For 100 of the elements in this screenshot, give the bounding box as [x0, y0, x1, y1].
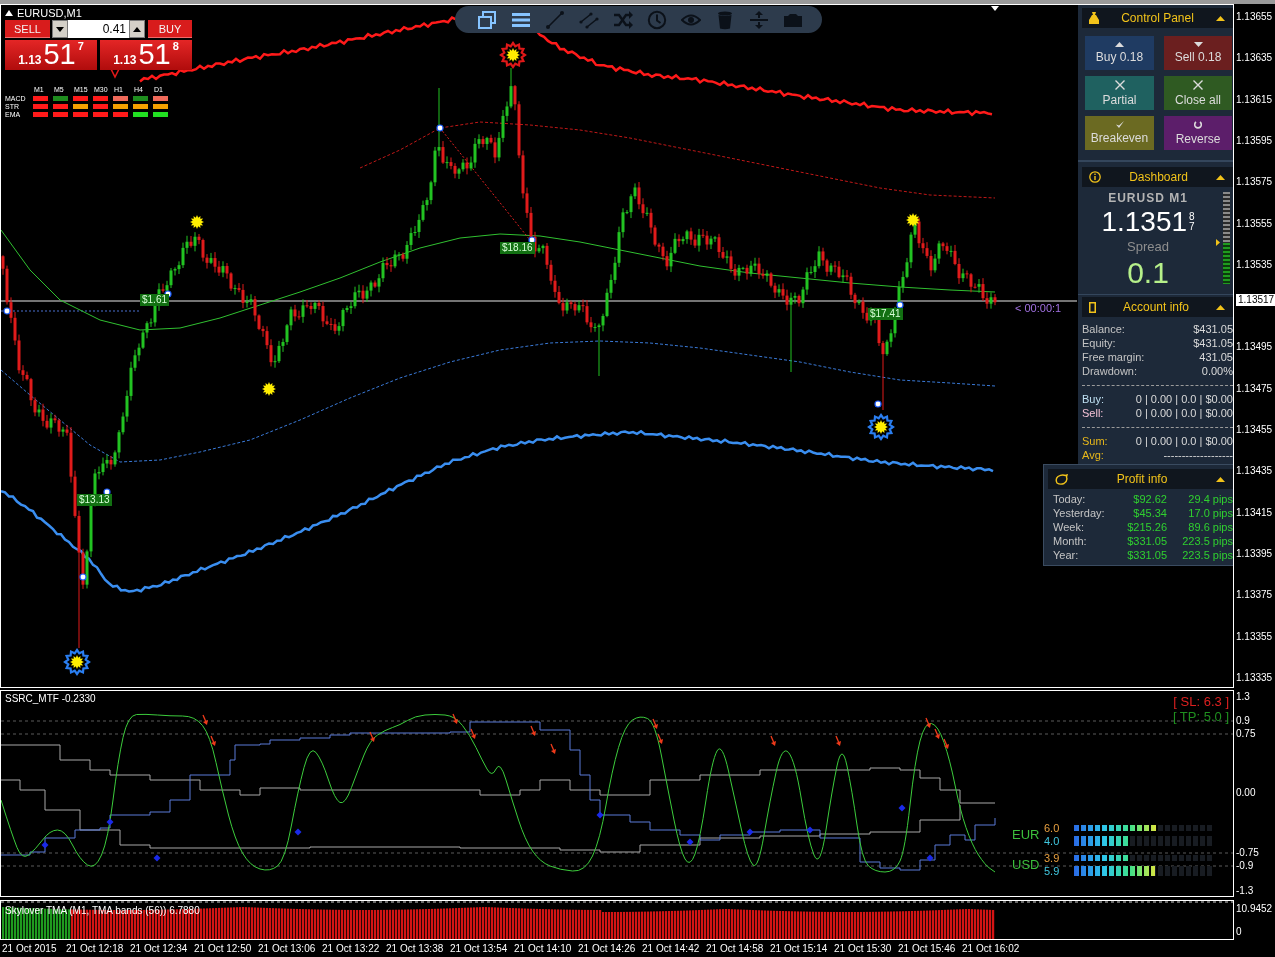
control-button[interactable]: Reverse [1164, 116, 1232, 150]
triangle-down-icon [56, 26, 64, 32]
burst-marker-icon [867, 413, 895, 441]
dashboard-price: 1.1351 [1101, 207, 1188, 237]
time-axis-label: 21 Oct 14:10 [514, 942, 573, 956]
time-axis-label: 21 Oct 15:30 [834, 942, 893, 956]
strength-value: 4.0 [1044, 834, 1061, 847]
chevron-marker-icon [110, 68, 120, 79]
rectangle-icon [1089, 301, 1096, 313]
buy-button[interactable]: BUY [148, 20, 192, 38]
control-button[interactable]: Close all [1164, 76, 1232, 110]
profit-tag: $18.16 [500, 242, 535, 254]
sun-marker-icon [190, 215, 204, 229]
lot-size-field[interactable]: 0.41 [68, 20, 129, 38]
profit-pips: 223.5 pips [1181, 535, 1233, 547]
position-value: 0 | 0.00 | 0.0 | $0.00 [1135, 407, 1233, 419]
profit-pips: 29.4 pips [1187, 493, 1233, 505]
down-arrow-icon [530, 725, 536, 736]
down-arrow-icon [210, 735, 216, 746]
dot-marker-icon [596, 811, 604, 819]
down-arrow-icon [652, 718, 658, 729]
caret-up-icon[interactable] [1216, 15, 1225, 21]
time-axis-label: 21 Oct 14:26 [578, 942, 637, 956]
price-axis-label: 1.13595 [1236, 134, 1273, 147]
period-label: Year: [1053, 549, 1080, 561]
position-label: Sell: [1082, 407, 1104, 419]
sun-marker-icon [262, 382, 276, 396]
down-arrow-icon [550, 743, 556, 754]
sell-button[interactable]: SELL [5, 20, 50, 38]
indicator-axis-label: -1.3 [1236, 885, 1254, 897]
big-figure: 1.13 [18, 53, 42, 67]
close-icon [1193, 79, 1203, 90]
price-axis-label: 1.13395 [1236, 547, 1273, 560]
strength-value: 5.9 [1044, 864, 1061, 877]
info-label: Equity: [1082, 337, 1116, 349]
profit-tag: $1.61 [140, 294, 170, 306]
price-digit: 8 [1189, 212, 1195, 222]
info-label: Free margin: [1082, 351, 1145, 363]
spread-label: Spread [1127, 239, 1169, 255]
caret-up-icon[interactable] [1216, 174, 1225, 180]
fraction-digit: 7 [77, 40, 84, 53]
control-button[interactable]: Buy 0.18 [1085, 36, 1154, 70]
info-value: 431.05 [1199, 351, 1233, 363]
time-axis-label: 21 Oct 14:58 [706, 942, 765, 956]
stop-loss-label: [ SL: 6.3 ] [1173, 694, 1229, 709]
triangle-down-icon[interactable] [991, 6, 999, 11]
profit-tag: $17.41 [868, 308, 903, 320]
strength-value: 6.0 [1044, 821, 1061, 834]
time-axis-label: 21 Oct 16:02 [962, 942, 1021, 956]
panel-title: Control Panel [1120, 11, 1195, 25]
windows-icon[interactable] [477, 9, 497, 30]
spread-value: 0.1 [1127, 255, 1169, 291]
strength-value: 3.9 [1044, 851, 1061, 864]
price-axis-label: 1.13375 [1236, 589, 1273, 602]
indicator-axis-label: 1.3 [1236, 691, 1250, 703]
time-axis-label: 21 Oct 2015 [2, 942, 58, 956]
pips-value: 51 [138, 40, 171, 69]
control-button[interactable]: Partial [1085, 76, 1154, 110]
info-label: Drawdown: [1082, 365, 1138, 377]
control-button[interactable]: Sell 0.18 [1164, 36, 1232, 70]
time-axis-label: 21 Oct 12:50 [194, 942, 253, 956]
triangle-up-icon[interactable] [5, 10, 13, 16]
price-axis-label: 1.13475 [1236, 382, 1273, 395]
control-button[interactable]: Breakeven [1085, 116, 1154, 150]
price-axis-label: 1.13435 [1236, 465, 1273, 478]
circle-marker-icon [874, 400, 882, 408]
down-arrow-icon [470, 728, 476, 739]
period-label: Today: [1053, 493, 1087, 505]
decrease-button[interactable] [52, 20, 68, 38]
burst-marker-icon [63, 648, 91, 676]
indicator-axis-label: -0.75 [1236, 847, 1259, 859]
currency-label: EUR [1012, 826, 1041, 842]
info-icon [1089, 171, 1101, 183]
total-value: ------------------- [1163, 449, 1233, 461]
cycle-icon [1194, 120, 1202, 129]
price-axis-label: 1.13555 [1236, 217, 1273, 230]
current-price-label: 1.13517 [1235, 293, 1275, 307]
down-arrow-icon [369, 731, 375, 742]
indicator-axis-label: 0.75 [1236, 728, 1256, 740]
price-axis-label: 1.13415 [1236, 506, 1273, 519]
period-label: Week: [1053, 521, 1085, 533]
down-arrow-icon [770, 735, 776, 746]
price-axis-label: 1.13655 [1236, 11, 1273, 23]
dot-marker-icon [686, 838, 694, 846]
dot-marker-icon [153, 854, 161, 862]
down-arrow-icon [202, 714, 208, 725]
profit-amount: $331.05 [1126, 549, 1167, 561]
price-digit: 7 [1189, 222, 1195, 232]
down-arrow-icon [925, 717, 931, 728]
caret-up-icon[interactable] [1216, 304, 1225, 310]
caret-up-icon[interactable] [1216, 476, 1225, 482]
time-axis-label: 21 Oct 14:42 [642, 942, 701, 956]
fraction-digit: 8 [172, 40, 179, 53]
profit-amount: $331.05 [1126, 535, 1167, 547]
profit-tag: $13.13 [77, 494, 112, 506]
info-value: $431.05 [1193, 323, 1233, 335]
info-value: $431.05 [1193, 337, 1233, 349]
dot-marker-icon [806, 826, 814, 834]
increase-button[interactable] [129, 20, 145, 38]
price-axis-label: 1.13455 [1236, 424, 1273, 436]
